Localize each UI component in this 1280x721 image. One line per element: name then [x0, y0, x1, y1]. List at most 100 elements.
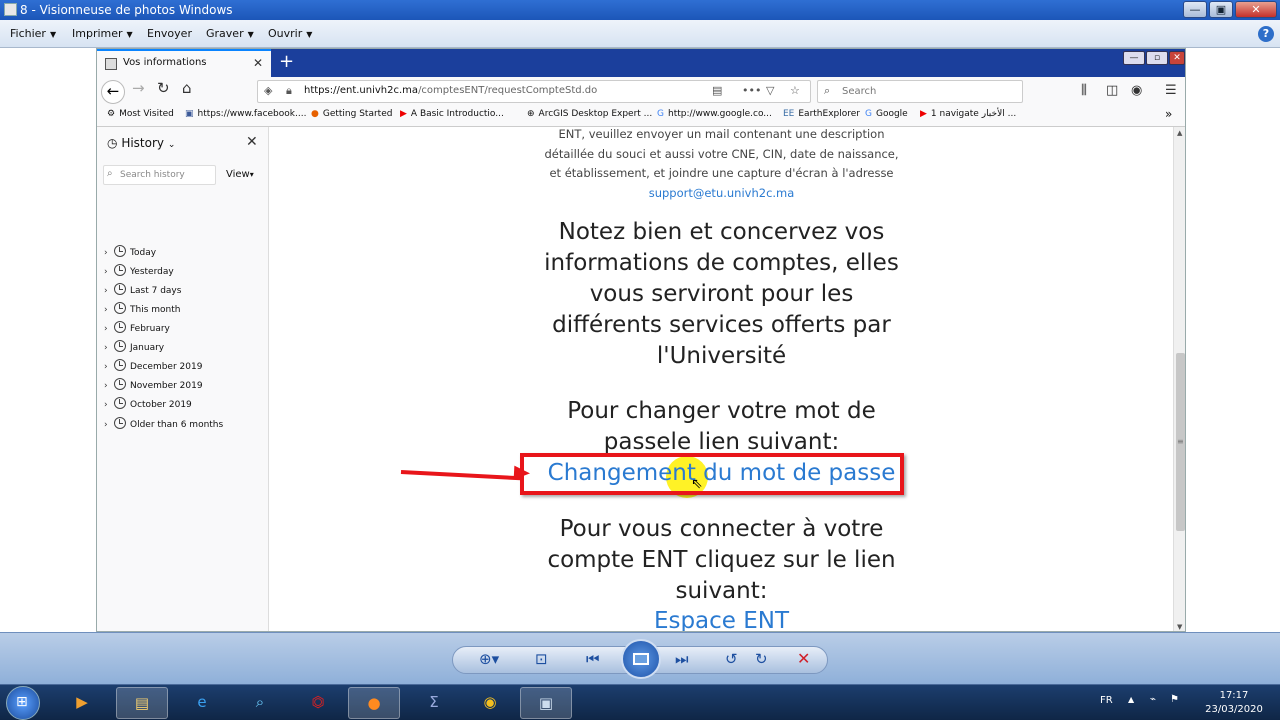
- history-item-this-month[interactable]: › This month: [104, 302, 180, 320]
- url-bar[interactable]: ◈ 🔒︎ https://ent.univh2c.ma/comptesENT/r…: [257, 80, 811, 103]
- chevron-right-icon: ›: [104, 381, 108, 391]
- hamburger-menu-icon[interactable]: ☰: [1165, 83, 1177, 98]
- taskbar: ⊞ ▶ ▤ e ⌕ ⏣ ● Σ ◉ ▣ FR ▲ ⌁ ⚑ 17:17 23/03…: [0, 684, 1280, 720]
- view-dropdown[interactable]: View▾: [226, 169, 254, 180]
- file-explorer-icon[interactable]: ▤: [116, 687, 168, 719]
- browser-maximize-button[interactable]: ▫: [1146, 51, 1168, 65]
- history-item-january[interactable]: › January: [104, 340, 164, 358]
- clock-icon: [114, 378, 126, 390]
- clock-icon: [114, 417, 126, 429]
- scroll-down-icon[interactable]: ▼: [1177, 623, 1182, 631]
- menu-imprimer[interactable]: Imprimer ▼: [72, 27, 133, 40]
- flag-icon[interactable]: ⚑: [1170, 694, 1179, 705]
- browser-minimize-button[interactable]: —: [1123, 51, 1145, 65]
- minimize-button[interactable]: —: [1183, 1, 1207, 18]
- shield-icon[interactable]: ◈: [264, 84, 272, 97]
- acrobat-icon[interactable]: ⏣: [292, 687, 344, 719]
- history-item-october-2019[interactable]: › October 2019: [104, 397, 192, 415]
- search-app-icon[interactable]: ⌕: [234, 687, 286, 719]
- photo-viewer-taskbar-icon[interactable]: ▣: [520, 687, 572, 719]
- help-icon[interactable]: ?: [1258, 26, 1274, 42]
- history-search-placeholder: Search history: [120, 170, 185, 180]
- menu-ouvrir[interactable]: Ouvrir ▼: [268, 27, 312, 40]
- support-email-link[interactable]: support@etu.univh2c.ma: [270, 184, 1173, 204]
- math-app-icon[interactable]: Σ: [408, 687, 460, 719]
- media-player-icon[interactable]: ▶: [56, 687, 108, 719]
- search-icon: ⌕: [107, 168, 113, 179]
- history-item-december-2019[interactable]: › December 2019: [104, 359, 202, 377]
- account-icon[interactable]: ◉: [1131, 83, 1142, 98]
- sidebar-close-icon[interactable]: ✕: [246, 134, 258, 150]
- reader-view-icon[interactable]: ▤: [712, 84, 722, 97]
- bookmark-basic-introduction[interactable]: ▶ A Basic Introductio...: [400, 109, 504, 119]
- search-icon: ⌕: [824, 84, 831, 97]
- actual-size-icon[interactable]: ⊡: [535, 650, 548, 668]
- bookmark-facebook[interactable]: ▣ https://www.facebook....: [185, 109, 306, 119]
- history-item-today[interactable]: › Today: [104, 245, 156, 263]
- tab-bar: Vos informations ✕ + — ▫ ✕: [97, 49, 1185, 77]
- system-clock[interactable]: 17:17 23/03/2020: [1192, 689, 1276, 717]
- facebook-icon: ▣: [185, 109, 194, 119]
- bookmark-arcgis[interactable]: ⊕ ArcGIS Desktop Expert ...: [527, 109, 652, 119]
- more-bookmarks-chevron-icon[interactable]: »: [1165, 107, 1172, 121]
- clock-icon: [114, 302, 126, 314]
- history-item-november-2019[interactable]: › November 2019: [104, 378, 203, 396]
- history-item-older-than-6-months[interactable]: › Older than 6 months: [104, 417, 223, 435]
- power-icon[interactable]: ⌁: [1150, 694, 1156, 705]
- slideshow-button[interactable]: [621, 639, 661, 679]
- menu-graver[interactable]: Graver ▼: [206, 27, 254, 40]
- home-icon[interactable]: ⌂: [182, 79, 192, 97]
- bookmark-navigate-news[interactable]: ▶ 1 navigate الأخبار ...: [920, 109, 1016, 119]
- reload-icon[interactable]: ↻: [157, 79, 170, 97]
- chrome-icon[interactable]: ◉: [464, 687, 516, 719]
- bookmark-google-url[interactable]: Ghttp://www.google.co...: [657, 109, 772, 119]
- history-sidebar: ◷ History ⌄ ✕ ⌕ Search history View▾ › To…: [97, 127, 269, 631]
- bookmark-getting-started[interactable]: ● Getting Started: [311, 109, 392, 119]
- tab-vos-informations[interactable]: Vos informations ✕: [97, 49, 271, 77]
- search-input[interactable]: ⌕ Search: [817, 80, 1023, 103]
- zoom-icon[interactable]: ⊕▾: [479, 650, 499, 668]
- maximize-button[interactable]: ▣: [1209, 1, 1233, 18]
- firefox-taskbar-icon[interactable]: ●: [348, 687, 400, 719]
- menu-envoyer[interactable]: Envoyer: [147, 27, 192, 40]
- browser-close-button[interactable]: ✕: [1169, 51, 1185, 65]
- language-indicator[interactable]: FR: [1100, 695, 1113, 706]
- bookmark-google[interactable]: G Google: [865, 109, 908, 119]
- tab-close-icon[interactable]: ✕: [253, 56, 263, 70]
- bookmark-most-visited[interactable]: ⚙ Most Visited: [107, 109, 174, 119]
- delete-icon[interactable]: ✕: [797, 649, 810, 668]
- connect-text: Pour vous connecter à votre compte ENT c…: [547, 516, 896, 604]
- bookmark-earthexplorer[interactable]: EE EarthExplorer: [783, 109, 860, 119]
- tray-expand-icon[interactable]: ▲: [1128, 695, 1134, 704]
- library-icon[interactable]: ⫼: [1081, 83, 1087, 98]
- new-tab-icon[interactable]: +: [279, 51, 294, 72]
- chevron-right-icon: ›: [104, 400, 108, 410]
- history-item-february[interactable]: › February: [104, 321, 170, 339]
- next-icon[interactable]: ⏭: [675, 650, 689, 668]
- rotate-right-icon[interactable]: ↻: [755, 650, 768, 668]
- back-arrow-icon[interactable]: ←: [101, 80, 125, 104]
- previous-icon[interactable]: ⏮: [586, 650, 600, 668]
- espace-ent-link[interactable]: Espace ENT: [270, 606, 1173, 631]
- bookmark-star-icon[interactable]: ☆: [790, 84, 800, 97]
- sidebar-header[interactable]: ◷ History ⌄: [107, 136, 175, 150]
- window-title: 8 - Visionneuse de photos Windows: [20, 3, 233, 17]
- vertical-scrollbar[interactable]: ▲ ≡ ▼: [1173, 127, 1185, 631]
- annotation-arrowhead: [513, 465, 531, 481]
- start-button[interactable]: ⊞: [6, 686, 40, 720]
- internet-explorer-icon[interactable]: e: [176, 687, 228, 719]
- history-item-last-7-days[interactable]: › Last 7 days: [104, 283, 181, 301]
- lock-icon[interactable]: 🔒︎: [286, 84, 292, 98]
- history-item-yesterday[interactable]: › Yesterday: [104, 264, 174, 282]
- page-actions-icon[interactable]: •••: [742, 84, 761, 97]
- tab-title: Vos informations: [123, 57, 207, 68]
- scroll-up-icon[interactable]: ▲: [1177, 129, 1182, 137]
- close-button[interactable]: ✕: [1235, 1, 1277, 18]
- sidebar-toggle-icon[interactable]: ◫: [1106, 83, 1118, 98]
- rotate-left-icon[interactable]: ↺: [725, 650, 738, 668]
- menu-fichier[interactable]: Fichier ▼: [10, 27, 56, 40]
- page-content: ENT, veuillez envoyer un mail contenant …: [270, 127, 1173, 631]
- pocket-icon[interactable]: ▽: [766, 84, 774, 97]
- forward-arrow-icon[interactable]: →: [132, 79, 145, 97]
- history-search-input[interactable]: ⌕ Search history: [103, 165, 216, 185]
